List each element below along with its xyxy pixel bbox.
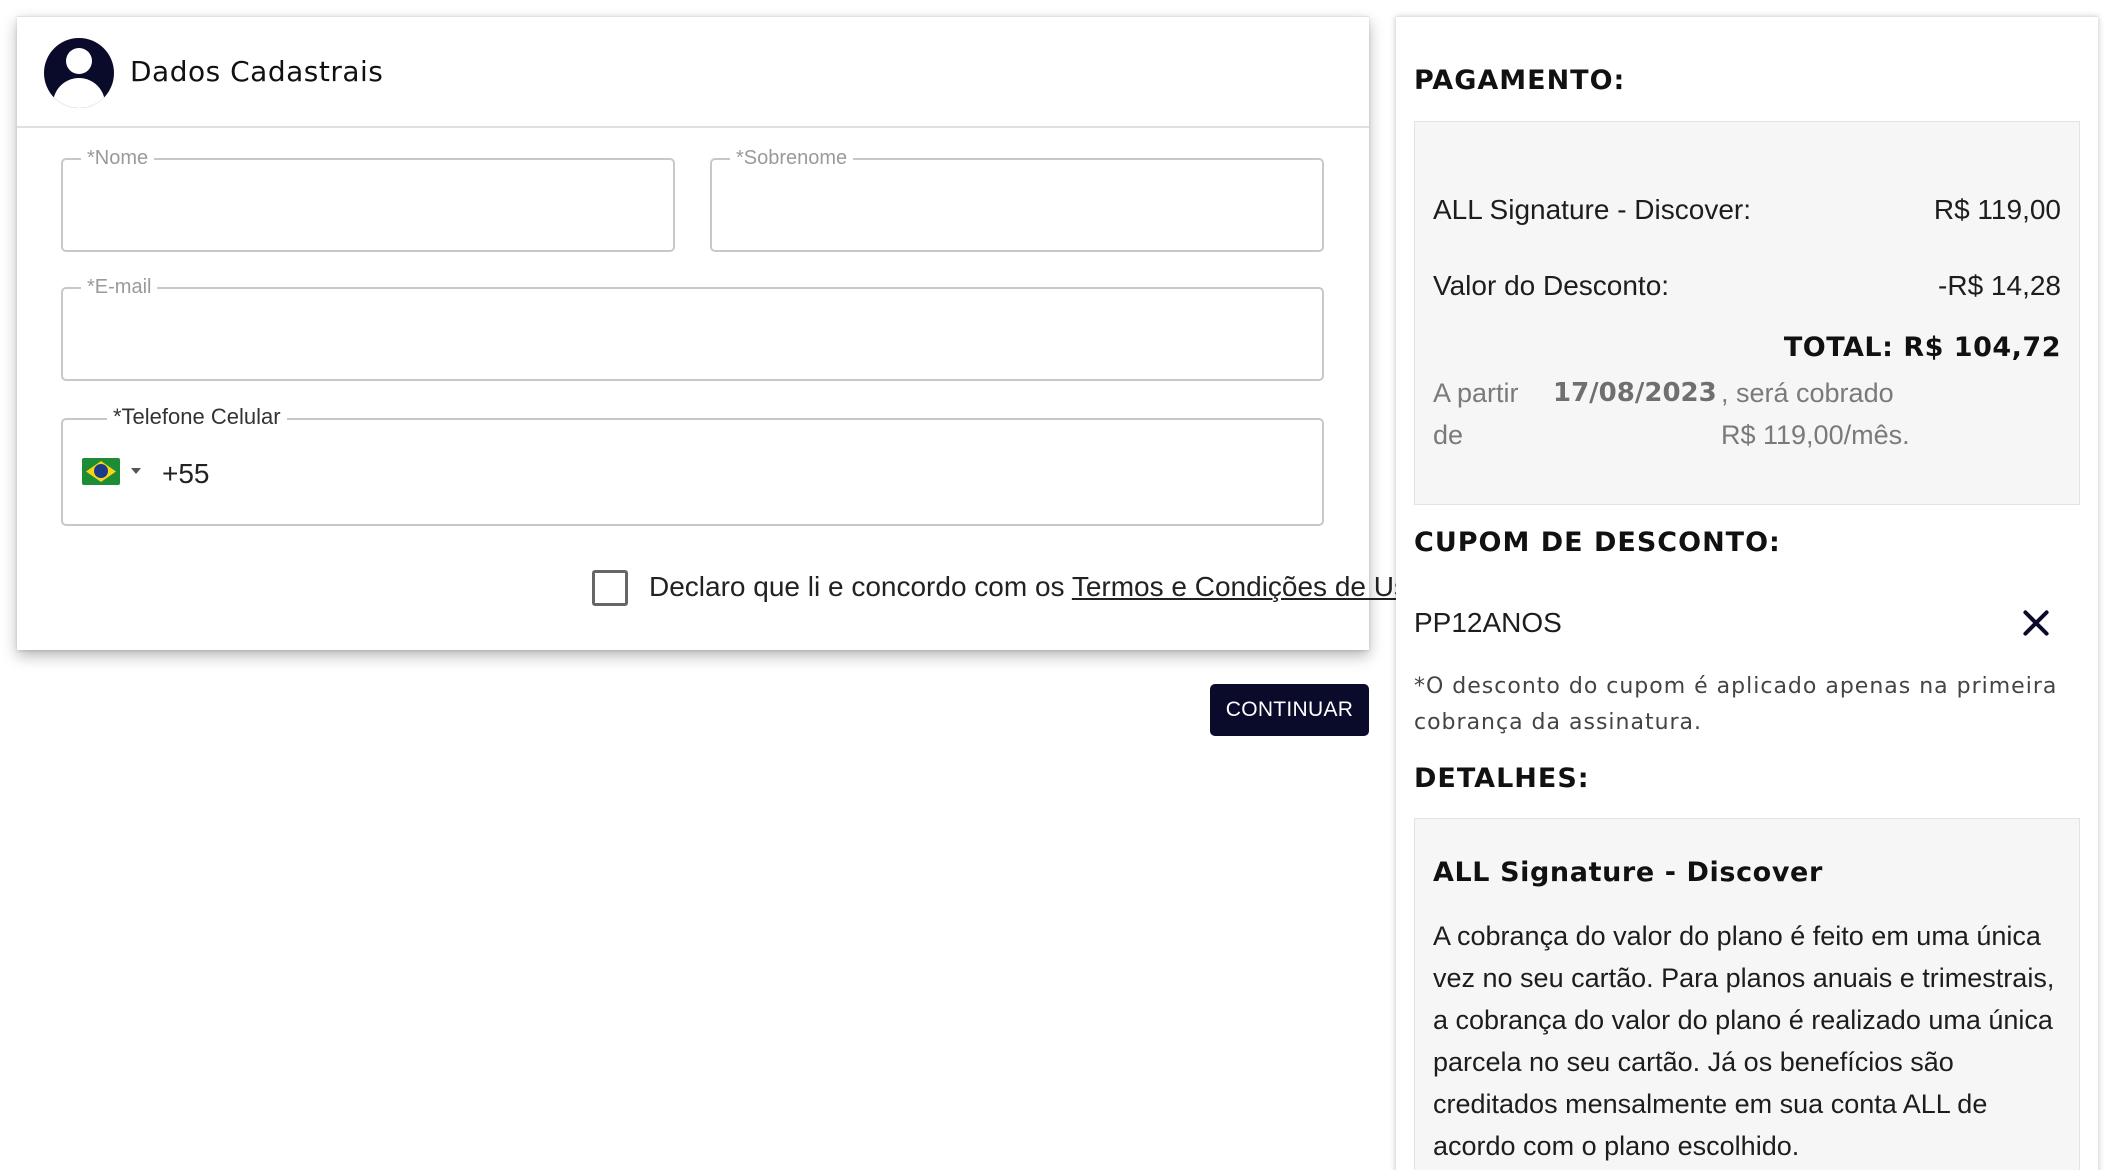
notice-prefix: A partir de: [1433, 372, 1533, 456]
notice-prefix-line2: de: [1433, 420, 1464, 450]
coupon-code: PP12ANOS: [1414, 607, 1562, 638]
payment-summary-card: PAGAMENTO: ALL Signature - Discover: R$ …: [1396, 16, 2098, 1170]
phone-label: *Telefone Celular: [107, 405, 287, 429]
notice-date: 17/08/2023: [1553, 378, 1717, 408]
registration-card: Dados Cadastrais *Nome *Sobrenome *E-mai…: [17, 16, 1424, 650]
details-box: ALL Signature - Discover A cobrança do v…: [1414, 818, 2080, 1170]
last-name-field[interactable]: *Sobrenome: [710, 146, 1324, 252]
brazil-flag-icon[interactable]: [82, 458, 120, 485]
close-icon[interactable]: [2016, 603, 2056, 643]
recurring-charge-notice: A partir de 17/08/2023 , será cobrado R$ …: [1433, 372, 1953, 462]
phone-field[interactable]: *Telefone Celular +55: [61, 405, 1324, 526]
registration-title: Dados Cadastrais: [130, 55, 384, 88]
user-avatar-icon: [44, 38, 114, 108]
payment-title: PAGAMENTO:: [1414, 65, 1626, 96]
notice-suffix-line1: , será cobrado: [1721, 378, 1894, 408]
discount-value: -R$ 14,28: [1938, 270, 2061, 301]
plan-name: ALL Signature - Discover: [1433, 857, 1823, 888]
last-name-input[interactable]: [732, 184, 1302, 224]
coupon-title: CUPOM DE DESCONTO:: [1414, 527, 1781, 558]
first-name-field[interactable]: *Nome: [61, 146, 675, 252]
total-amount: TOTAL: R$ 104,72: [1783, 332, 2061, 363]
first-name-label: *Nome: [81, 146, 155, 170]
notice-prefix-line1: A partir: [1433, 378, 1519, 408]
registration-header: Dados Cadastrais: [17, 17, 1369, 128]
notice-suffix-line2: R$ 119,00/mês.: [1721, 420, 1910, 450]
plan-description: A cobrança do valor do plano é feito em …: [1433, 921, 2055, 1161]
chevron-down-icon[interactable]: [131, 468, 141, 474]
plan-price-value: R$ 119,00: [1933, 194, 2061, 225]
details-title: DETALHES:: [1414, 763, 1590, 794]
last-name-label: *Sobrenome: [730, 146, 854, 170]
discount-label: Valor do Desconto:: [1433, 270, 1670, 301]
email-input[interactable]: [83, 313, 1302, 353]
terms-link[interactable]: Termos e Condições de Uso: [1072, 571, 1424, 602]
email-label: *E-mail: [81, 275, 158, 299]
terms-statement: Declaro que li e concordo com os: [649, 571, 1072, 602]
terms-text: Declaro que li e concordo com os Termos …: [649, 571, 1424, 603]
plan-price-label: ALL Signature - Discover:: [1433, 194, 1751, 225]
continue-button[interactable]: CONTINUAR: [1210, 684, 1369, 736]
terms-checkbox[interactable]: [592, 570, 628, 606]
email-field[interactable]: *E-mail: [61, 275, 1324, 381]
payment-box: ALL Signature - Discover: R$ 119,00 Valo…: [1414, 121, 2080, 505]
first-name-input[interactable]: [83, 184, 653, 224]
country-code: +55: [162, 458, 210, 489]
coupon-note: *O desconto do cupom é aplicado apenas n…: [1414, 674, 2058, 735]
